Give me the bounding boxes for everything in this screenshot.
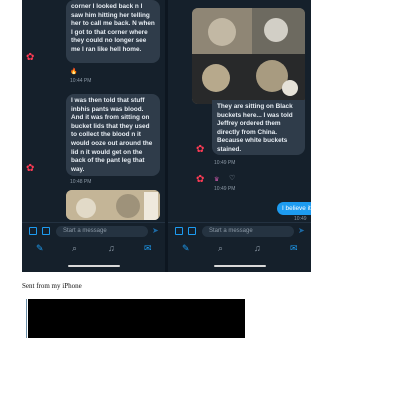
email-signature: Sent from my iPhone bbox=[22, 282, 82, 290]
quote-bar bbox=[26, 299, 27, 338]
mail-icon[interactable]: ✉ bbox=[290, 243, 298, 254]
timestamp: 10:48 PM bbox=[70, 179, 92, 185]
reaction-emoji: ♛ bbox=[214, 177, 220, 183]
mail-icon[interactable]: ✉ bbox=[144, 243, 152, 254]
shared-image[interactable] bbox=[66, 190, 160, 220]
timestamp: 10:49 PM bbox=[214, 160, 236, 166]
gif-icon[interactable] bbox=[42, 227, 50, 235]
send-icon[interactable]: ➤ bbox=[152, 226, 159, 235]
avatar[interactable]: ✿ bbox=[26, 163, 38, 175]
dm-pane-right: They are sitting on Black buckets here..… bbox=[168, 0, 311, 272]
avatar[interactable]: ✿ bbox=[26, 52, 38, 64]
avatar[interactable]: ✿ bbox=[196, 144, 208, 156]
image-content bbox=[192, 8, 305, 104]
compose-icon[interactable]: ✎ bbox=[36, 243, 44, 254]
image-content bbox=[66, 190, 160, 220]
redaction-box bbox=[28, 299, 245, 338]
twitter-dm-screenshot: corner I looked back n I saw him hitting… bbox=[22, 0, 311, 272]
image-icon[interactable] bbox=[29, 227, 37, 235]
image-icon[interactable] bbox=[175, 227, 183, 235]
home-indicator bbox=[68, 265, 120, 267]
shared-image[interactable] bbox=[192, 8, 305, 104]
dm-pane-left: corner I looked back n I saw him hitting… bbox=[22, 0, 165, 272]
timestamp: 10:49 PM bbox=[214, 186, 236, 192]
compose-icon[interactable]: ✎ bbox=[182, 243, 190, 254]
search-icon[interactable]: ⌕ bbox=[72, 243, 77, 254]
home-indicator bbox=[214, 265, 266, 267]
message-input[interactable]: Start a message bbox=[56, 226, 148, 237]
avatar[interactable]: ✿ bbox=[196, 174, 208, 186]
reaction-emoji: 🔥 bbox=[70, 69, 78, 75]
message-input[interactable]: Start a message bbox=[202, 226, 294, 237]
message-bubble: I was then told that stuff inbhis pants … bbox=[66, 94, 160, 176]
search-icon[interactable]: ⌕ bbox=[218, 243, 223, 254]
message-bubble: corner I looked back n I saw him hitting… bbox=[66, 0, 160, 63]
message-bubble: They are sitting on Black buckets here..… bbox=[212, 100, 305, 155]
timestamp: 10:44 PM bbox=[70, 78, 92, 84]
bell-icon[interactable]: ♫ bbox=[108, 243, 115, 253]
bell-icon[interactable]: ♫ bbox=[254, 243, 261, 253]
message-bubble-sent: I believe it all bbox=[277, 202, 311, 215]
heart-icon[interactable]: ♡ bbox=[229, 174, 235, 182]
send-icon[interactable]: ➤ bbox=[298, 226, 305, 235]
gif-icon[interactable] bbox=[188, 227, 196, 235]
